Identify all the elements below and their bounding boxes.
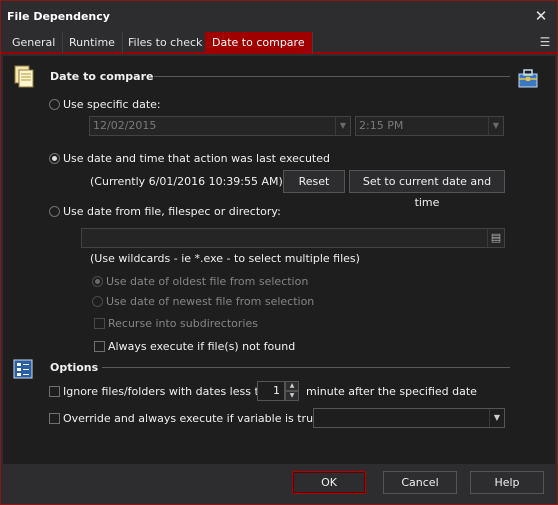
reset-button[interactable]: Reset: [283, 170, 345, 193]
file-path-input[interactable]: ▤: [81, 228, 505, 248]
newest-file-radio[interactable]: [92, 296, 103, 307]
tab-files-to-check[interactable]: Files to check: [121, 32, 211, 54]
cancel-button[interactable]: Cancel: [383, 471, 457, 494]
options-section-title: Options: [50, 361, 99, 374]
date-dropdown-icon: ▼: [335, 117, 350, 135]
date-value: 12/02/2015: [93, 119, 157, 132]
tab-general[interactable]: General: [5, 32, 64, 54]
date-section-title: Date to compare: [50, 70, 154, 83]
close-icon[interactable]: ✕: [529, 5, 553, 27]
override-label: Override and always execute if variable …: [63, 412, 324, 425]
ignore-dates-label: Ignore files/folders with dates less tha…: [63, 385, 280, 398]
last-executed-radio[interactable]: [49, 153, 60, 164]
options-icon: [12, 358, 34, 383]
stepper-down-icon[interactable]: ▼: [285, 391, 299, 401]
toolbox-icon: [517, 67, 539, 92]
variable-dropdown-icon: ▼: [489, 409, 504, 427]
tab-content: Date to compare Use specific date: 12/02…: [3, 56, 555, 464]
tab-menu-icon[interactable]: ☰: [537, 34, 553, 50]
tab-runtime[interactable]: Runtime: [62, 32, 123, 54]
specific-date-radio[interactable]: [49, 99, 60, 110]
minutes-value[interactable]: 1: [257, 381, 285, 401]
options-section-divider: [102, 367, 510, 368]
minutes-stepper[interactable]: 1 ▲ ▼: [257, 381, 299, 401]
recurse-checkbox[interactable]: [94, 318, 105, 329]
time-value: 2:15 PM: [359, 119, 404, 132]
date-section-divider: [154, 76, 510, 77]
newest-file-label: Use date of newest file from selection: [106, 295, 315, 308]
tab-bar: General Runtime Files to check Date to c…: [1, 32, 557, 54]
override-checkbox[interactable]: [49, 413, 60, 424]
date-picker[interactable]: 12/02/2015 ▼: [89, 116, 351, 136]
title-bar: File Dependency ✕: [1, 1, 557, 32]
always-execute-label: Always execute if file(s) not found: [108, 340, 296, 353]
ignore-dates-checkbox[interactable]: [49, 386, 60, 397]
time-picker[interactable]: 2:15 PM ▼: [355, 116, 504, 136]
tab-date-to-compare[interactable]: Date to compare: [205, 32, 313, 54]
specific-date-label: Use specific date:: [63, 98, 161, 111]
minute-after-label: minute after the specified date: [306, 385, 477, 398]
stepper-up-icon[interactable]: ▲: [285, 381, 299, 391]
help-button[interactable]: Help: [470, 471, 544, 494]
file-dependency-dialog: File Dependency ✕ General Runtime Files …: [0, 0, 558, 505]
window-title: File Dependency: [7, 10, 110, 23]
from-file-radio[interactable]: [49, 206, 60, 217]
calendar-document-icon: [12, 64, 36, 91]
folder-browse-icon[interactable]: ▤: [487, 229, 504, 247]
wildcards-hint: (Use wildcards - ie *.exe - to select mu…: [90, 252, 360, 265]
last-executed-label: Use date and time that action was last e…: [63, 152, 330, 165]
oldest-file-radio[interactable]: [92, 276, 103, 287]
ok-button[interactable]: OK: [292, 471, 366, 494]
time-spinner-icon: ▼: [488, 117, 503, 135]
currently-text: (Currently 6/01/2016 10:39:55 AM): [90, 175, 283, 188]
always-execute-checkbox[interactable]: [94, 341, 105, 352]
from-file-label: Use date from file, filespec or director…: [63, 205, 281, 218]
dialog-footer: OK Cancel Help: [3, 464, 555, 504]
recurse-label: Recurse into subdirectories: [108, 317, 258, 330]
set-current-date-button[interactable]: Set to current date and time: [349, 170, 505, 209]
variable-select[interactable]: ▼: [313, 408, 505, 428]
oldest-file-label: Use date of oldest file from selection: [106, 275, 309, 288]
